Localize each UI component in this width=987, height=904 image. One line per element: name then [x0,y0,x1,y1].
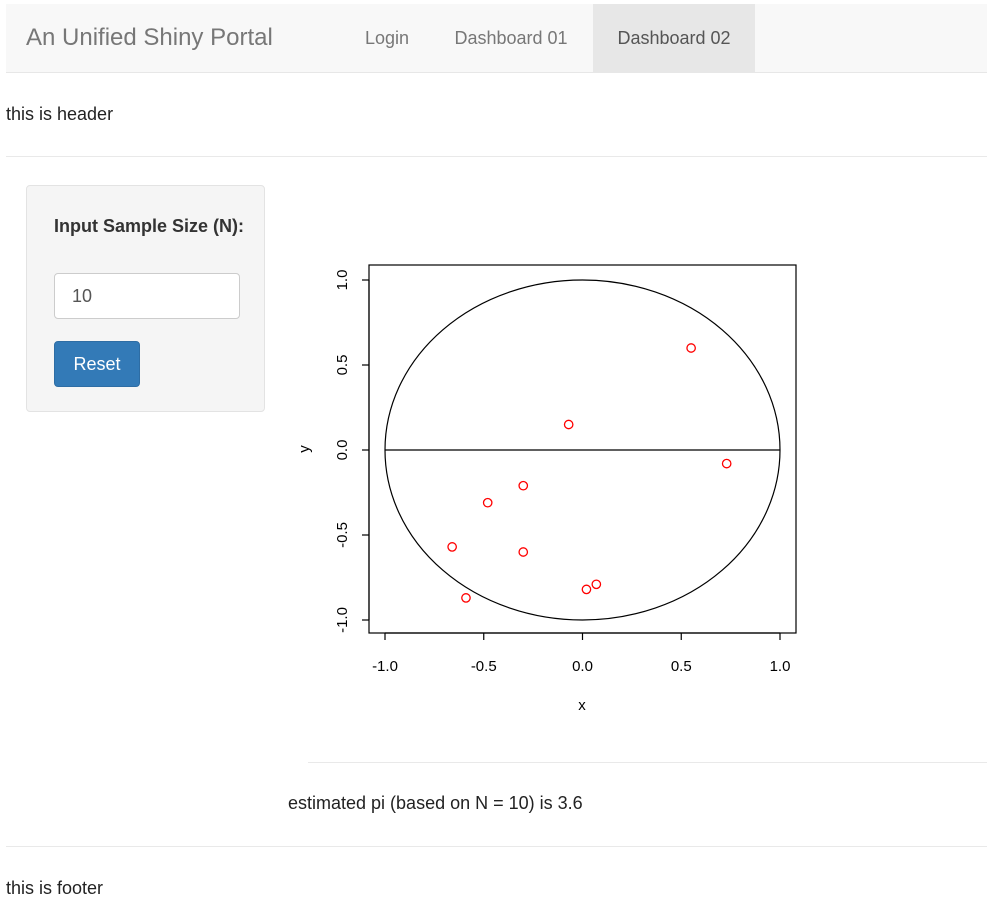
y-tick-label: 0.0 [334,440,351,461]
x-tick-label: -1.0 [372,658,398,675]
sample-size-label: Input Sample Size (N): [54,216,245,236]
sample-point [591,579,602,590]
header-divider [6,156,987,157]
sample-point [581,584,592,595]
result-divider [308,762,987,763]
x-tick-label: -0.5 [471,658,497,675]
y-tick-label: -1.0 [334,607,351,633]
sample-point [518,547,529,557]
sample-point [461,593,471,603]
x-tick-label: 0.5 [671,658,692,675]
sidebar-panel: Input Sample Size (N): Reset [26,185,265,412]
sample-point [518,480,529,491]
estimated-pi-text: estimated pi (based on N = 10) is 3.6 [288,793,583,813]
sample-point [563,419,574,430]
y-axis-label: y [296,445,313,453]
monte-carlo-plot: -1.0 -0.5 0.0 0.5 1.0 -1.0 -0.5 0.0 0.5 1.0 x y [296,264,797,714]
reset-button[interactable]: Reset [54,341,140,387]
sample-size-input[interactable] [54,273,240,319]
sample-point [482,497,493,508]
y-tick-label: -0.5 [334,522,351,548]
nav-tab-dashboard-01[interactable]: Dashboard 01 [436,4,586,72]
y-tick-label: 1.0 [334,270,351,291]
nav-tab-login[interactable]: Login [350,4,424,72]
x-tick-label: 1.0 [770,658,791,675]
sample-point [686,343,696,353]
overlay-layer [384,279,781,621]
x-tick-label: 0.0 [572,658,593,675]
navbar-brand[interactable]: An Unified Shiny Portal [26,22,273,54]
footer-divider [6,846,987,847]
sample-point [447,542,457,552]
y-tick-label: 0.5 [334,355,351,376]
page-footer-text: this is footer [6,878,104,898]
sample-point [721,458,732,469]
plot-frame [368,264,797,634]
x-axis-label: x [578,697,586,714]
navbar: An Unified Shiny Portal Login Dashboard … [6,4,987,73]
points-layer [447,343,732,603]
page-header-text: this is header [6,104,114,124]
nav-tab-dashboard-02[interactable]: Dashboard 02 [593,4,755,72]
